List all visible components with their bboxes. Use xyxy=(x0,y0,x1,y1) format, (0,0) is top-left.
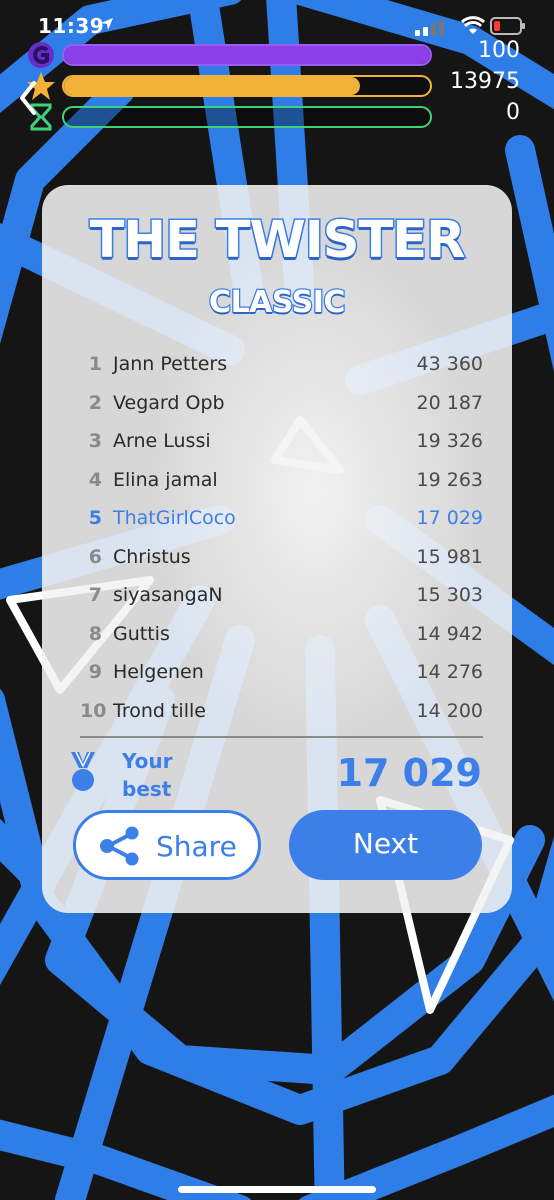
star-value: 13975 xyxy=(450,69,520,94)
leaderboard-name: Christus xyxy=(113,545,191,568)
resource-row-hourglass: 0 xyxy=(24,100,534,131)
status-time: 11:39 xyxy=(38,14,105,38)
next-button[interactable]: Next xyxy=(289,810,482,880)
leaderboard-name: siyasangaN xyxy=(113,584,223,606)
leaderboard-row: 10 Trond tille 14 200 xyxy=(80,692,483,731)
leaderboard-rank: 6 xyxy=(88,545,102,568)
leaderboard-rank: 7 xyxy=(88,584,102,606)
leaderboard-score: 43 360 xyxy=(416,353,483,375)
leaderboard-row: 3 Arne Lussi 19 326 xyxy=(80,422,483,461)
wifi-icon xyxy=(461,16,485,34)
g-coin-value: 100 xyxy=(478,38,520,63)
hourglass-progress-bar xyxy=(62,106,432,128)
hourglass-value: 0 xyxy=(506,100,520,125)
leaderboard-rank: 8 xyxy=(88,622,102,645)
leaderboard-name: Elina jamal xyxy=(113,468,218,491)
leaderboard-rank: 10 xyxy=(80,699,107,722)
leaderboard-rank: 5 xyxy=(88,507,102,529)
home-indicator[interactable] xyxy=(178,1186,376,1193)
g-coin-progress-fill xyxy=(64,46,430,64)
leaderboard-row: 6 Christus 15 981 xyxy=(80,538,483,577)
leaderboard-name: Jann Petters xyxy=(113,353,228,375)
share-icon xyxy=(100,826,139,866)
leaderboard-row: 2 Vegard Opb 20 187 xyxy=(80,384,483,423)
leaderboard-rank: 9 xyxy=(88,661,102,683)
game-mode-subtitle: CLASSIC xyxy=(208,284,347,322)
g-coin-icon xyxy=(28,42,54,68)
leaderboard-name: Vegard Opb xyxy=(113,391,225,414)
leaderboard-rank: 3 xyxy=(88,430,102,452)
location-arrow-icon xyxy=(101,18,113,30)
resource-row-stars: 13975 xyxy=(24,69,534,100)
your-best-value: 17 029 xyxy=(336,751,482,795)
share-button-label: Share xyxy=(156,830,237,863)
leaderboard-name: Arne Lussi xyxy=(113,430,211,452)
leaderboard-score: 15 303 xyxy=(416,584,483,606)
leaderboard-score: 14 200 xyxy=(416,699,483,722)
leaderboard-divider xyxy=(80,736,483,738)
leaderboard-score: 14 276 xyxy=(416,661,483,683)
battery-low-icon xyxy=(490,17,525,35)
game-title: THE TWISTER xyxy=(88,210,467,272)
leaderboard-rank: 4 xyxy=(88,468,102,491)
leaderboard-list: 1 Jann Petters 43 360 2 Vegard Opb 20 18… xyxy=(80,345,483,730)
leaderboard-rank: 2 xyxy=(88,391,102,414)
leaderboard-name: Helgenen xyxy=(113,661,204,683)
leaderboard-name: ThatGirlCoco xyxy=(113,507,236,529)
leaderboard-name: Trond tille xyxy=(113,699,206,722)
next-button-label: Next xyxy=(352,827,419,860)
leaderboard-score: 15 981 xyxy=(416,545,483,568)
share-button[interactable]: Share xyxy=(73,810,261,880)
your-best-label: Your best xyxy=(122,749,173,801)
leaderboard-score: 19 263 xyxy=(416,468,483,491)
leaderboard-row: 1 Jann Petters 43 360 xyxy=(80,345,483,384)
resource-row-g-coins: 100 xyxy=(24,38,534,68)
leaderboard-row-current-player: 5 ThatGirlCoco 17 029 xyxy=(80,499,483,538)
leaderboard-row: 7 siyasangaN 15 303 xyxy=(80,576,483,615)
g-coin-progress-bar xyxy=(62,44,432,66)
leaderboard-score: 20 187 xyxy=(416,391,483,414)
leaderboard-name: Guttis xyxy=(113,622,170,645)
result-card: THE TWISTER CLASSIC 1 Jann Petters 43 36… xyxy=(42,185,512,913)
star-progress-fill xyxy=(64,77,361,95)
leaderboard-row: 8 Guttis 14 942 xyxy=(80,615,483,654)
star-progress-bar xyxy=(62,75,432,97)
cell-signal-icon xyxy=(415,20,444,36)
leaderboard-score: 14 942 xyxy=(416,622,483,645)
leaderboard-score: 19 326 xyxy=(416,430,483,452)
leaderboard-score: 17 029 xyxy=(416,507,483,529)
leaderboard-row: 4 Elina jamal 19 263 xyxy=(80,461,483,500)
back-chevron-icon[interactable] xyxy=(18,80,38,116)
leaderboard-row: 9 Helgenen 14 276 xyxy=(80,653,483,692)
medal-icon xyxy=(71,751,95,791)
leaderboard-rank: 1 xyxy=(88,353,102,375)
